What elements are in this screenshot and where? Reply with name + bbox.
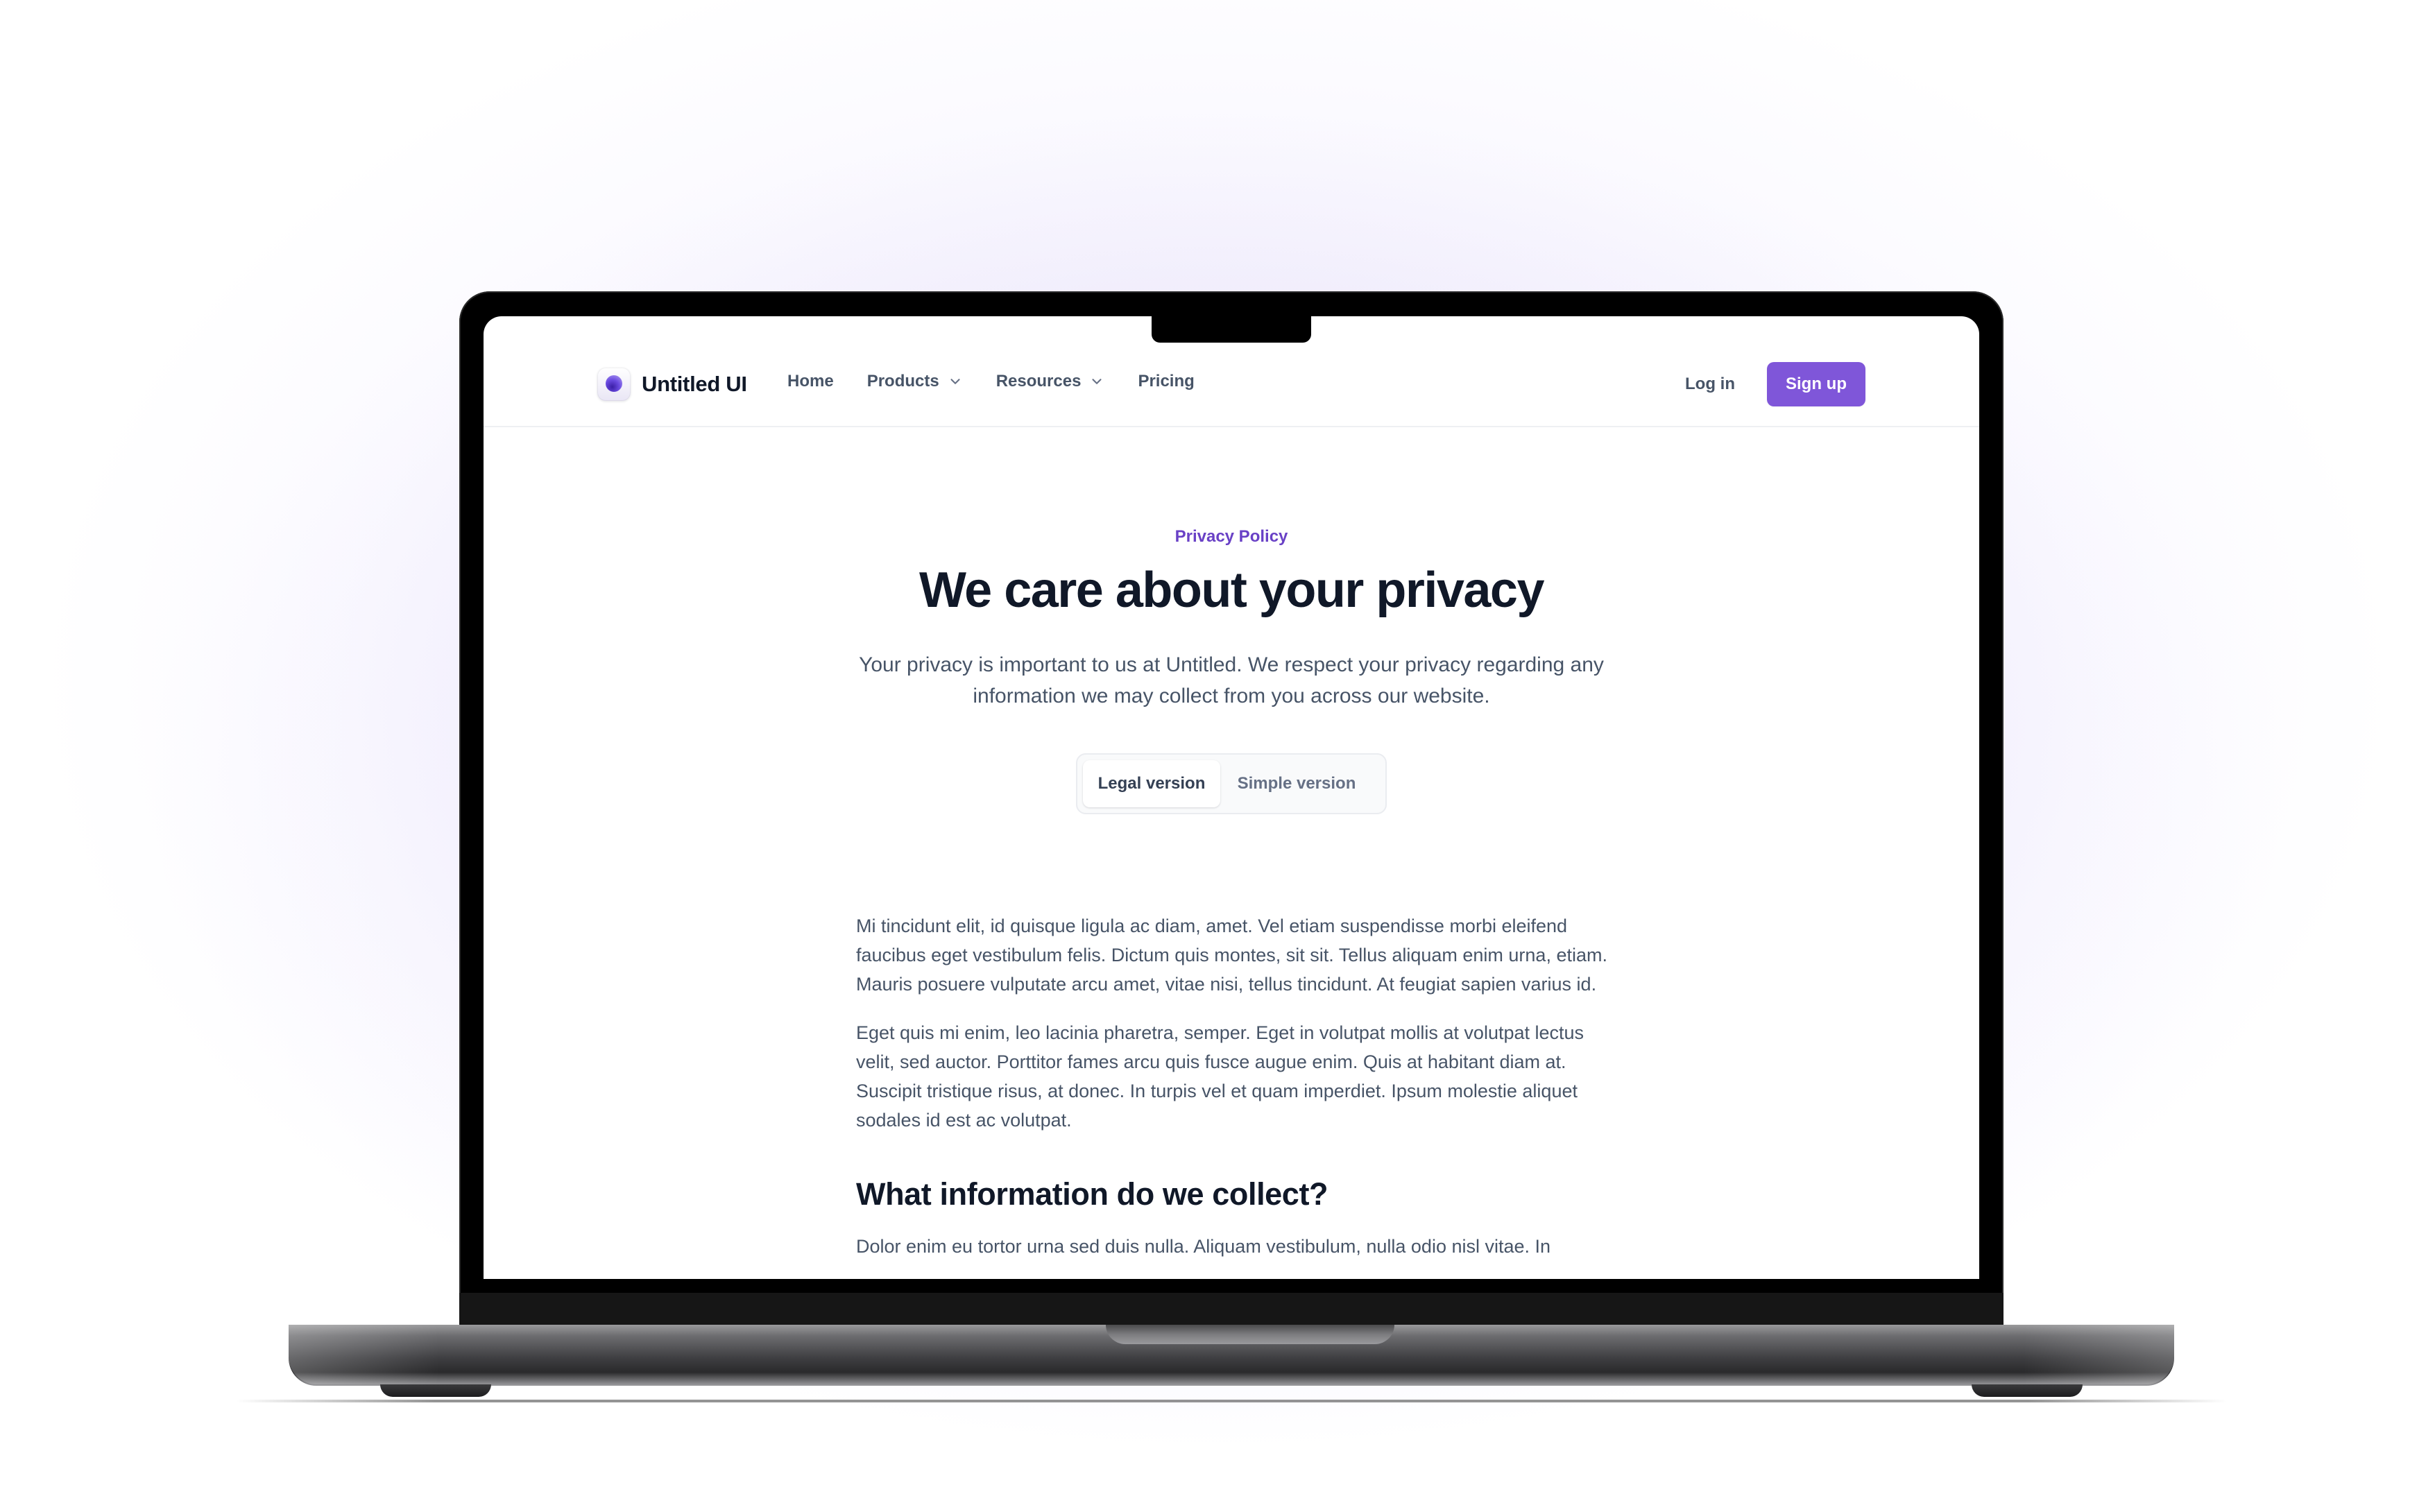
version-toggle: Legal version Simple version xyxy=(1076,753,1387,814)
hero-eyebrow: Privacy Policy xyxy=(1174,527,1288,546)
logo-mark-icon xyxy=(597,368,631,401)
tab-legal-version[interactable]: Legal version xyxy=(1083,760,1220,807)
laptop-screen: Untitled UI Home Products Resources Pric… xyxy=(484,316,1979,1279)
nav-links: Home Products Resources Pricing xyxy=(787,372,1228,391)
nav-item-label: Products xyxy=(866,372,939,390)
policy-paragraph: Mi tincidunt elit, id quisque ligula ac … xyxy=(856,916,1607,995)
nav-item-label: Home xyxy=(787,372,834,390)
nav-item-home[interactable]: Home xyxy=(787,372,834,391)
laptop-chin xyxy=(459,1293,2003,1325)
policy-paragraph: Eget quis mi enim, leo lacinia pharetra,… xyxy=(856,1022,1584,1131)
login-button[interactable]: Log in xyxy=(1685,375,1735,394)
page-title: We care about your privacy xyxy=(919,562,1545,618)
nav-item-products[interactable]: Products xyxy=(867,372,963,391)
laptop-hinge-notch xyxy=(1106,1325,1394,1344)
nav-item-pricing[interactable]: Pricing xyxy=(1138,372,1194,391)
camera-notch xyxy=(1152,316,1311,343)
floor-shadow xyxy=(236,1400,2227,1402)
hero-subtitle: Your privacy is important to us at Untit… xyxy=(859,653,1604,707)
chevron-down-icon xyxy=(950,379,960,384)
signup-button[interactable]: Sign up xyxy=(1767,362,1865,406)
brand-name: Untitled UI xyxy=(642,372,747,396)
section-heading: What information do we collect? xyxy=(856,1176,1328,1212)
policy-paragraph-cut: Dolor enim eu tortor urna sed duis nulla… xyxy=(856,1236,1551,1257)
policy-content: Mi tincidunt elit, id quisque ligula ac … xyxy=(856,911,1619,1279)
nav-item-label: Pricing xyxy=(1138,372,1195,390)
nav-actions: Log in Sign up xyxy=(1685,362,1865,406)
nav-item-resources[interactable]: Resources xyxy=(996,372,1105,391)
brand-logo[interactable]: Untitled UI xyxy=(597,368,747,401)
nav-item-label: Resources xyxy=(996,372,1082,390)
laptop-foot-right xyxy=(1972,1384,2083,1397)
chevron-down-icon xyxy=(1092,379,1102,384)
tab-simple-version[interactable]: Simple version xyxy=(1220,760,1373,807)
laptop-foot-left xyxy=(380,1384,491,1397)
